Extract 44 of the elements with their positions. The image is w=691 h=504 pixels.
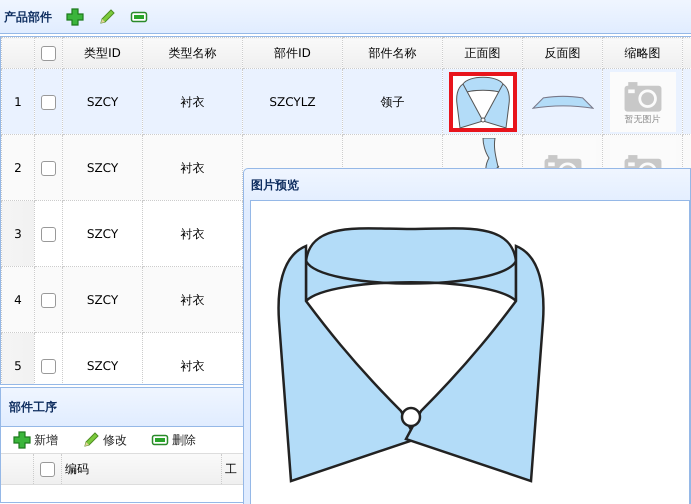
table-cell: SZCY xyxy=(86,358,118,372)
row-number: 1 xyxy=(2,68,34,134)
panel-title: 产品部件 xyxy=(4,8,52,26)
column-header[interactable]: 反面图 xyxy=(522,38,602,68)
image-caption: 暂无图片 xyxy=(624,114,660,127)
table-cell: 衬衣 xyxy=(180,358,204,372)
pencil-icon[interactable] xyxy=(98,8,116,26)
table-cell: SZCY xyxy=(86,292,118,306)
row-number: 2 xyxy=(2,134,34,200)
checkbox[interactable] xyxy=(40,462,55,476)
column-header[interactable]: 正面图 xyxy=(442,38,522,68)
column-header[interactable]: 缩略图 xyxy=(602,38,682,68)
table-cell: 衬衣 xyxy=(180,292,204,306)
dialog-title: 图片预览 xyxy=(250,176,300,194)
checkbox[interactable] xyxy=(41,358,56,374)
add-icon[interactable] xyxy=(66,8,84,26)
column-header[interactable]: 编码 xyxy=(65,460,89,478)
column-header[interactable]: 部件ID xyxy=(242,38,342,68)
row-number: 4 xyxy=(2,266,34,332)
table-cell: SZCYLZ xyxy=(269,94,316,108)
table-cell: 领子 xyxy=(380,94,404,108)
column-header[interactable]: 类型名称 xyxy=(142,38,242,68)
panel-title: 部件工序 xyxy=(9,399,57,416)
toolbar-button[interactable]: 新增 xyxy=(13,431,58,449)
pencil-icon xyxy=(82,431,100,449)
toolbar-button[interactable]: 修改 xyxy=(82,431,127,449)
add-icon xyxy=(13,431,31,449)
table-cell: SZCY xyxy=(86,160,118,174)
column-header[interactable]: 工 xyxy=(225,460,237,478)
table-cell: SZCY xyxy=(86,94,118,108)
checkbox[interactable] xyxy=(41,160,56,176)
checkbox[interactable] xyxy=(41,46,56,62)
row-number: 3 xyxy=(2,200,34,266)
toolbar-button[interactable]: 删除 xyxy=(151,431,196,449)
column-header[interactable]: 部件名称 xyxy=(342,38,442,68)
checkbox[interactable] xyxy=(41,226,56,242)
checkbox[interactable] xyxy=(41,292,56,308)
checkbox[interactable] xyxy=(41,94,56,110)
table-cell: SZCY xyxy=(86,226,118,240)
table-cell: 衬衣 xyxy=(180,94,204,108)
table-cell: 衬衣 xyxy=(180,160,204,174)
table-cell: 衬衣 xyxy=(180,226,204,240)
column-header[interactable]: 类型ID xyxy=(62,38,142,68)
row-number: 5 xyxy=(2,332,34,384)
